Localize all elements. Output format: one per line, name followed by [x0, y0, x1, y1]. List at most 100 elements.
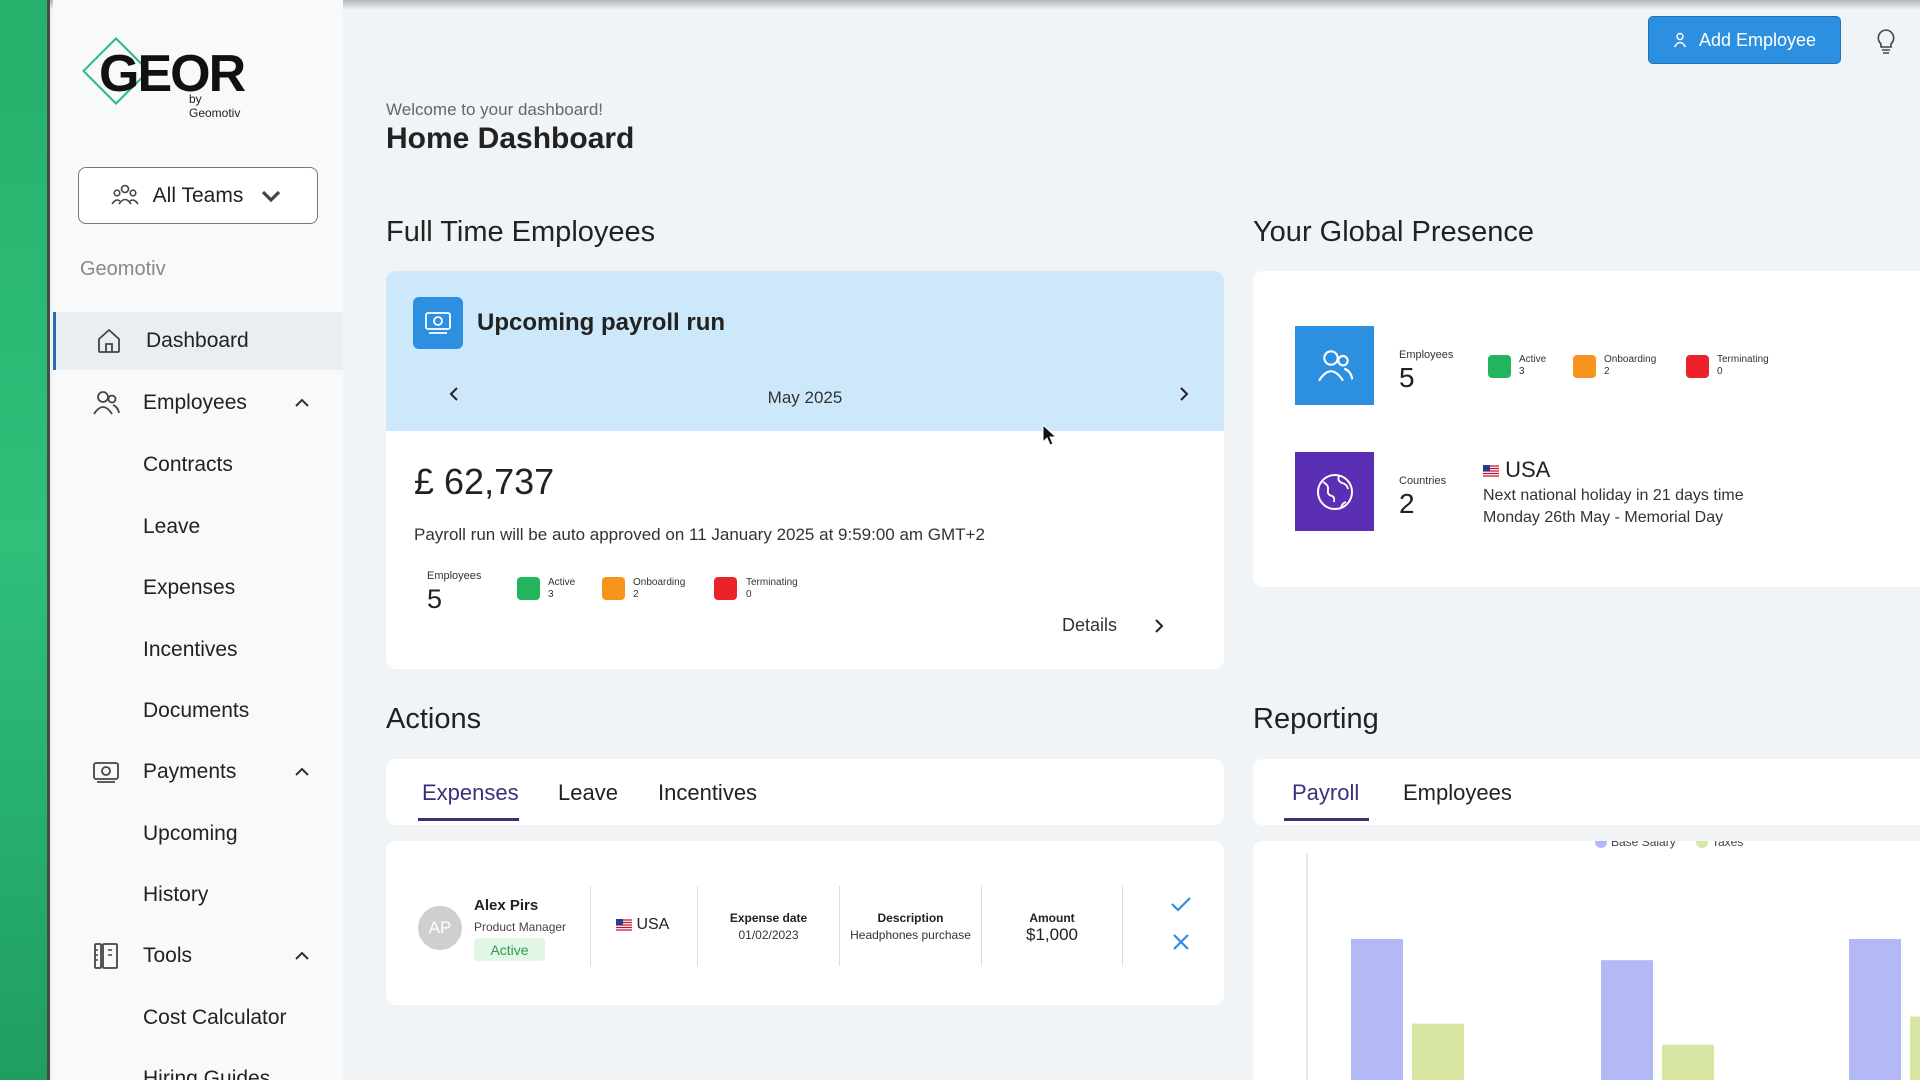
sidebar-item-payments[interactable]: Payments [53, 743, 343, 801]
expense-country-label: USA [636, 916, 670, 933]
sidebar-sub-cost-calculator[interactable]: Cost Calculator [143, 1006, 287, 1030]
onboarding-legend: Onboarding 2 [633, 577, 685, 601]
global-employees-label: Employees [1399, 349, 1454, 361]
team-icon [111, 184, 139, 204]
payroll-card-title: Upcoming payroll run [477, 309, 726, 336]
terminating-legend: Terminating 0 [746, 577, 798, 601]
sidebar-sub-hiring-guides[interactable]: Hiring Guides [143, 1067, 270, 1080]
countries-tile [1295, 452, 1374, 531]
sidebar-sub-leave[interactable]: Leave [143, 515, 200, 539]
expense-date-label: Expense date [729, 911, 808, 925]
reject-close-icon[interactable] [1172, 933, 1190, 951]
global-onboarding-legend: Onboarding 2 [1604, 354, 1656, 378]
active-count: 3 [548, 589, 554, 600]
lightbulb-icon[interactable] [1874, 28, 1898, 54]
divider [697, 886, 698, 966]
expense-date: 01/02/2023 [738, 928, 799, 942]
chevron-up-icon[interactable] [293, 394, 311, 412]
tools-icon [94, 943, 118, 969]
active-legend: Active 3 [548, 577, 575, 601]
terminating-label: Terminating [1717, 354, 1769, 365]
active-label: Active [1519, 354, 1547, 365]
window-edge [0, 0, 50, 1080]
legend-label: Taxes [1712, 841, 1743, 849]
onboarding-label: Onboarding [633, 577, 686, 588]
sidebar-item-employees[interactable]: Employees [53, 374, 343, 432]
reporting-chart-card: Base Salary Taxes [1253, 841, 1920, 1080]
tab-payroll[interactable]: Payroll [1292, 780, 1359, 806]
sidebar-sub-contracts[interactable]: Contracts [143, 453, 233, 477]
details-link[interactable]: Details [1062, 615, 1117, 636]
bar-base-salary [1601, 960, 1653, 1080]
sidebar-item-label: Dashboard [146, 329, 249, 352]
tab-expenses[interactable]: Expenses [422, 780, 519, 806]
sidebar-sub-documents[interactable]: Documents [143, 699, 249, 723]
holiday-line2: Monday 26th May - Memorial Day [1483, 509, 1724, 526]
sidebar-sub-incentives[interactable]: Incentives [143, 638, 238, 662]
chevron-down-icon [262, 190, 281, 202]
reporting-tabs: Payroll Employees [1253, 759, 1920, 825]
legend-label: Base Salary [1611, 841, 1676, 849]
employee-role: Product Manager [474, 920, 567, 934]
status-badge: Active [474, 938, 545, 961]
logo-subtitle: by Geomotiv [189, 92, 241, 120]
sidebar-item-tools[interactable]: Tools [53, 927, 343, 985]
global-presence-card: Employees 5 Active 3 Onboarding 2 Termin… [1253, 271, 1920, 587]
add-employee-button[interactable]: Add Employee [1648, 16, 1841, 64]
onboarding-status-swatch [602, 577, 625, 600]
chevron-right-icon[interactable] [1152, 617, 1166, 635]
legend-swatch [1696, 841, 1708, 848]
bar-base-salary [1849, 939, 1901, 1080]
terminating-status-swatch [1686, 355, 1709, 378]
chevron-up-icon[interactable] [293, 763, 311, 781]
global-employees-count: 5 [1399, 362, 1415, 393]
employees-tile [1295, 326, 1374, 405]
countries-count: 2 [1399, 488, 1415, 519]
payroll-card: Upcoming payroll run May 2025 £ 62,737 P… [386, 271, 1224, 669]
us-flag-icon [1483, 465, 1499, 478]
us-flag-icon [616, 918, 632, 931]
chevron-up-icon[interactable] [293, 947, 311, 965]
onboarding-status-swatch [1573, 355, 1596, 378]
add-employee-label: Add Employee [1698, 29, 1817, 50]
sidebar-sub-upcoming[interactable]: Upcoming [143, 822, 238, 846]
tab-incentives[interactable]: Incentives [658, 780, 757, 806]
countries-label: Countries [1399, 475, 1447, 487]
sidebar-item-label: Payments [143, 760, 237, 783]
employee-name: Alex Pirs [474, 897, 539, 914]
divider [590, 886, 591, 966]
payroll-amount: £ 62,737 [414, 461, 555, 502]
approve-check-icon[interactable] [1170, 895, 1192, 913]
auto-approve-text: Payroll run will be auto approved on 11 … [414, 525, 985, 544]
onboarding-count: 2 [1604, 366, 1610, 377]
avatar: AP [418, 906, 462, 950]
amount-label: Amount [1029, 911, 1075, 925]
country-label: USA [1505, 457, 1551, 482]
tab-employees[interactable]: Employees [1403, 780, 1512, 806]
section-title-full-time: Full Time Employees [386, 216, 656, 248]
sidebar-sub-expenses[interactable]: Expenses [143, 576, 235, 600]
logo[interactable]: GEOR by Geomotiv [79, 34, 254, 120]
money-icon [93, 762, 119, 783]
sidebar-item-dashboard[interactable]: Dashboard [53, 312, 343, 370]
tab-leave[interactable]: Leave [558, 780, 618, 806]
onboarding-label: Onboarding [1604, 354, 1657, 365]
chevron-right-icon[interactable] [1176, 385, 1192, 403]
expense-row: AP Alex Pirs Product Manager Active USA … [386, 841, 1224, 1005]
user-icon [1673, 32, 1687, 48]
expense-amount: $1,000 [1026, 925, 1078, 944]
section-title-reporting: Reporting [1253, 703, 1379, 735]
team-select[interactable]: All Teams [78, 167, 318, 224]
globe-icon [1316, 473, 1353, 510]
bar-taxes [1412, 1023, 1464, 1080]
divider [839, 886, 840, 966]
mouse-cursor-icon [1042, 424, 1058, 446]
bar-base-salary [1351, 939, 1403, 1080]
welcome-text: Welcome to your dashboard! [386, 100, 604, 119]
terminating-count: 0 [746, 589, 752, 600]
sidebar-sub-history[interactable]: History [143, 883, 208, 907]
actions-tabs: Expenses Leave Incentives [386, 759, 1224, 825]
users-icon [1317, 349, 1353, 381]
payroll-icon [413, 297, 463, 349]
employees-count: 5 [427, 584, 443, 614]
